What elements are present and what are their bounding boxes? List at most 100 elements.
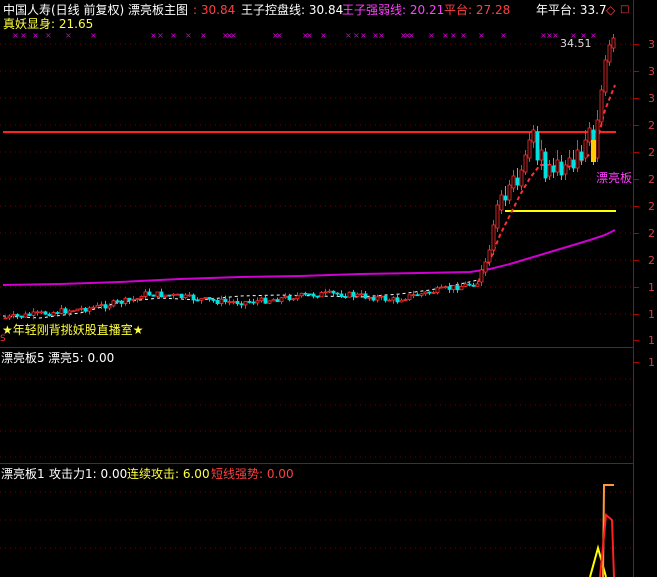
candle-body — [587, 127, 592, 143]
candle-body — [67, 310, 72, 314]
candle-body — [151, 294, 156, 297]
axis-tick — [634, 362, 639, 363]
axis-tick — [634, 287, 639, 288]
candle-body — [539, 149, 544, 161]
current-value: : 30.84 — [193, 3, 236, 17]
candle-body — [575, 149, 580, 169]
candle-body — [563, 164, 568, 175]
signal-x-marker: × — [32, 31, 39, 40]
panel3-title[interactable]: 漂亮板1 — [1, 467, 45, 481]
candle-body — [547, 164, 552, 177]
candle-body — [323, 291, 328, 294]
signal-x-marker: × — [20, 31, 27, 40]
candle-body — [71, 310, 76, 313]
candle-body — [379, 295, 384, 298]
candle-body — [339, 293, 344, 297]
candle-body — [427, 291, 432, 294]
lozenge-icon[interactable]: □ — [620, 3, 629, 17]
candle-body — [567, 157, 572, 167]
axis-tick-label: 2 — [648, 173, 655, 186]
candle-body — [11, 314, 16, 317]
candle-body — [187, 294, 192, 297]
s-marker: S — [0, 334, 6, 344]
candle-body — [495, 204, 500, 229]
signal-x-marker: × — [200, 31, 207, 40]
candle-body — [255, 300, 260, 304]
candle-body — [443, 286, 448, 289]
strength-line-purple — [2, 229, 616, 286]
candle-body — [195, 299, 200, 302]
candle-body — [487, 249, 492, 263]
signal-x-marker: × — [276, 31, 283, 40]
signal-x-marker: × — [353, 31, 360, 40]
axis-tick-label: 1 — [648, 334, 655, 347]
candle-body — [155, 291, 160, 297]
candle-body — [411, 294, 416, 297]
candle-body — [15, 314, 20, 317]
candle-body — [267, 300, 272, 304]
candle-body — [371, 296, 376, 301]
candle-body — [419, 293, 424, 296]
candle-body — [203, 297, 208, 300]
diamond-icon[interactable]: ◇ — [606, 3, 615, 17]
axis-tick-label: 3 — [648, 38, 655, 51]
candle-body — [239, 303, 244, 306]
platform-value: 平台: 27.28 — [444, 3, 511, 17]
candle-body — [607, 44, 612, 63]
candle-body — [271, 299, 276, 302]
candle-body — [235, 301, 240, 305]
candle-body — [111, 300, 116, 307]
candle-body — [159, 291, 164, 298]
candle-body — [463, 283, 468, 287]
candle-body — [359, 293, 364, 296]
panel2-title[interactable]: 漂亮板5 — [1, 351, 45, 365]
highlight-candle — [591, 140, 596, 162]
candle-body — [355, 293, 360, 297]
signal-x-marker: × — [428, 31, 435, 40]
candle-body — [519, 169, 524, 187]
axis-tick — [634, 98, 639, 99]
axis-tick — [634, 206, 639, 207]
candle-body — [87, 307, 92, 312]
candle-body — [319, 292, 324, 298]
signal-x-marker: × — [306, 31, 313, 40]
stock-title[interactable]: 中国人寿(日线 前复权) 漂亮板主图 — [3, 3, 188, 17]
candle-body — [275, 299, 280, 303]
candle-body — [499, 194, 504, 211]
candle-body — [471, 284, 476, 287]
candle-body — [455, 285, 460, 291]
candle-body — [91, 306, 96, 309]
candle-body — [583, 139, 588, 159]
candle-body — [447, 286, 452, 290]
candle-body — [599, 89, 604, 123]
candle-body — [95, 304, 100, 308]
candle-body — [595, 119, 600, 159]
candle-body — [375, 296, 380, 301]
signal-x-marker: × — [45, 31, 52, 40]
king-line-dashed — [2, 279, 479, 319]
king-line-value: 王子控盘线: 30.84 — [241, 3, 344, 17]
candle-body — [147, 291, 152, 296]
panel-divider-2 — [0, 463, 633, 464]
candle-body — [559, 161, 564, 176]
candle-body — [143, 291, 148, 297]
candle-body — [59, 308, 64, 314]
candle-body — [295, 295, 300, 300]
candle-body — [3, 317, 8, 320]
candle-body — [311, 293, 316, 297]
candle-body — [51, 312, 56, 317]
signal-x-marker: × — [12, 31, 19, 40]
short-strength-value: 短线强势: 0.00 — [211, 467, 294, 481]
candle-body — [403, 299, 408, 301]
year-platform-value: 年平台: 33.7 — [536, 3, 607, 17]
candle-body — [119, 300, 124, 304]
candle-body — [199, 298, 204, 301]
axis-tick — [634, 71, 639, 72]
candle-body — [535, 131, 540, 161]
candle-body — [523, 154, 528, 173]
candle-body — [139, 295, 144, 300]
piaoliang-label: 漂亮板 — [596, 171, 633, 185]
candle-body — [503, 195, 508, 201]
candle-body — [279, 297, 284, 303]
signal-x-marker: × — [450, 31, 457, 40]
